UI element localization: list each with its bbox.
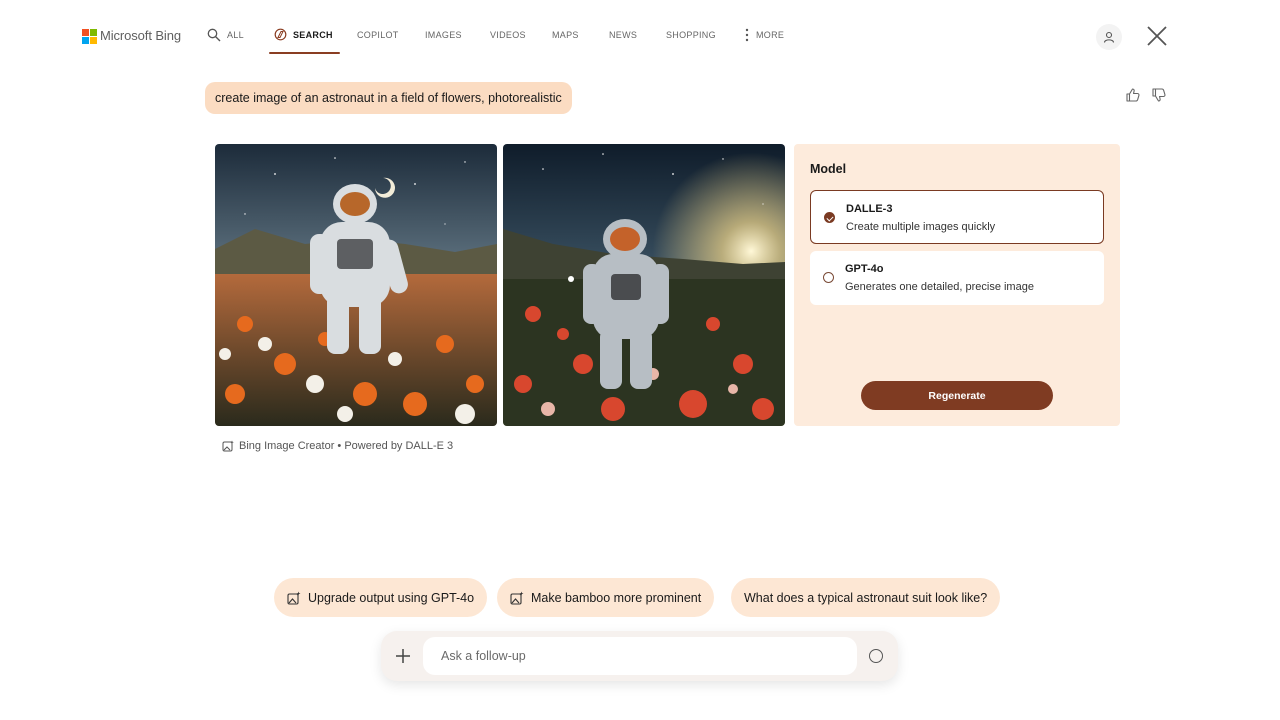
copilot-icon xyxy=(274,28,287,41)
tab-maps-label: MAPS xyxy=(552,30,579,40)
thumbs-up-icon[interactable] xyxy=(1125,87,1141,103)
tab-news-label: NEWS xyxy=(609,30,638,40)
image-sparkle-icon xyxy=(287,591,301,605)
profile-button[interactable] xyxy=(1096,24,1122,50)
generated-image-2[interactable] xyxy=(503,144,785,426)
astronaut-image-1 xyxy=(215,144,497,426)
tab-shopping[interactable]: SHOPPING xyxy=(666,30,716,54)
suggestion-label: What does a typical astronaut suit look … xyxy=(744,590,988,605)
tab-videos-label: VIDEOS xyxy=(490,30,526,40)
thumbs-down-icon[interactable] xyxy=(1151,87,1167,103)
model-option-name: DALLE-3 xyxy=(846,203,893,215)
credit-text: Bing Image Creator • Powered by DALL-E 3 xyxy=(239,440,454,452)
tab-copilot-label: COPILOT xyxy=(357,30,399,40)
user-prompt-bubble: create image of an astronaut in a field … xyxy=(205,82,572,114)
plus-icon[interactable] xyxy=(393,646,413,666)
tab-news[interactable]: NEWS xyxy=(609,30,637,54)
model-option-dalle3[interactable]: DALLE-3 Create multiple images quickly xyxy=(810,190,1104,244)
radio-selected-icon[interactable] xyxy=(824,212,835,223)
follow-up-input[interactable] xyxy=(423,637,857,675)
microsoft-logo-icon xyxy=(82,28,97,44)
suggestion-chip-suit[interactable]: What does a typical astronaut suit look … xyxy=(731,578,1001,617)
tab-images[interactable]: IMAGES xyxy=(425,30,462,54)
model-option-description: Generates one detailed, precise image xyxy=(845,281,1034,293)
image-sparkle-icon xyxy=(222,440,234,452)
tab-all-label: ALL xyxy=(227,30,244,40)
suggestion-label: Make bamboo more prominent xyxy=(531,590,702,605)
generated-image-1[interactable] xyxy=(215,144,497,426)
bing-logo[interactable]: Microsoft Bing xyxy=(82,28,181,44)
tab-search[interactable]: SEARCH xyxy=(269,28,340,54)
model-panel: Model DALLE-3 Create multiple images qui… xyxy=(794,144,1120,426)
suggestion-chip-upgrade[interactable]: Upgrade output using GPT-4o xyxy=(274,578,488,617)
header: Microsoft Bing ALL SEARCH COPILOT IMAGES… xyxy=(0,0,1280,72)
brand-name: Microsoft Bing xyxy=(100,28,181,43)
tab-shopping-label: SHOPPING xyxy=(666,30,716,40)
model-option-description: Create multiple images quickly xyxy=(846,221,996,233)
image-sparkle-icon xyxy=(510,591,524,605)
regenerate-button[interactable]: Regenerate xyxy=(861,381,1053,410)
radio-unselected-icon[interactable] xyxy=(823,272,834,283)
follow-up-bar xyxy=(381,631,898,681)
tab-more[interactable]: MORE xyxy=(744,28,785,54)
tab-more-label: MORE xyxy=(756,30,785,40)
close-icon[interactable] xyxy=(1146,25,1168,47)
astronaut-image-2 xyxy=(503,144,785,426)
tab-images-label: IMAGES xyxy=(425,30,462,40)
model-panel-title: Model xyxy=(810,162,847,176)
more-vertical-icon xyxy=(745,28,749,42)
suggestion-label: Upgrade output using GPT-4o xyxy=(308,590,475,605)
voice-icon[interactable] xyxy=(869,649,883,663)
image-creator-credit: Bing Image Creator • Powered by DALL-E 3 xyxy=(222,440,453,452)
tab-search-label: SEARCH xyxy=(293,30,333,40)
tab-maps[interactable]: MAPS xyxy=(552,30,579,54)
tab-all[interactable]: ALL xyxy=(207,28,244,54)
tab-videos[interactable]: VIDEOS xyxy=(490,30,526,54)
search-icon xyxy=(207,28,221,42)
tab-copilot[interactable]: COPILOT xyxy=(357,30,399,54)
user-icon xyxy=(1103,31,1115,43)
model-option-name: GPT-4o xyxy=(845,263,884,275)
user-prompt-text: create image of an astronaut in a field … xyxy=(215,91,562,105)
suggestion-chip-bamboo[interactable]: Make bamboo more prominent xyxy=(497,578,715,617)
model-option-gpt4o[interactable]: GPT-4o Generates one detailed, precise i… xyxy=(810,251,1104,305)
